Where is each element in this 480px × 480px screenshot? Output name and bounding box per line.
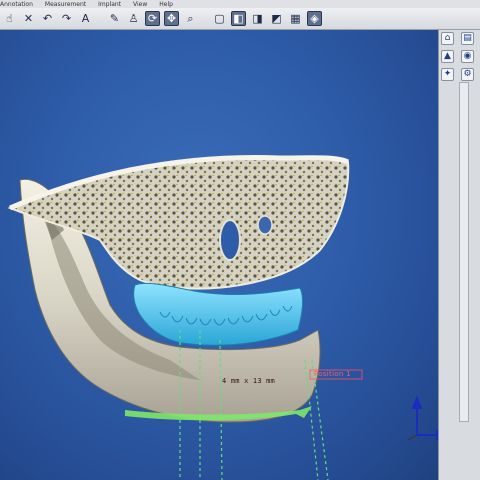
- hand-select-icon[interactable]: ☝: [2, 11, 17, 26]
- lock-icon[interactable]: ⌂: [441, 32, 454, 45]
- view-front-icon[interactable]: ◧: [231, 11, 246, 26]
- tool-icon[interactable]: ✦: [441, 68, 454, 81]
- render-icon[interactable]: ◈: [307, 11, 322, 26]
- text-icon[interactable]: A: [78, 11, 93, 26]
- layers-icon[interactable]: ▤: [461, 32, 474, 45]
- view-side-icon[interactable]: ◨: [250, 11, 265, 26]
- tooth-icon[interactable]: ♙: [126, 11, 141, 26]
- main-toolbar: ☝ ✕ ↶ ↷ A ✎ ♙ ⟳ ✥ ⌕ ▢ ◧ ◨ ◩ ▦ ◈: [0, 8, 480, 30]
- rotate-icon[interactable]: ⟳: [145, 11, 160, 26]
- jaw-model-render: [7, 155, 438, 480]
- toolbar-separator: [202, 11, 208, 26]
- axis-gizmo: [407, 395, 438, 441]
- menu-bar: Annotation Measurement Implant View Help: [0, 0, 480, 8]
- measurement-label: 4 mm x 13 mm: [222, 377, 275, 385]
- toolbar-separator: [97, 11, 103, 26]
- note-icon[interactable]: ✎: [107, 11, 122, 26]
- 3d-viewport[interactable]: 4 mm x 13 mm Position 1: [0, 30, 438, 480]
- menu-annotation[interactable]: Annotation: [0, 1, 33, 8]
- settings-icon[interactable]: ⚙: [461, 68, 474, 81]
- grid-icon[interactable]: ▦: [288, 11, 303, 26]
- vertical-scrollbar[interactable]: [459, 82, 469, 422]
- pan-icon[interactable]: ✥: [164, 11, 179, 26]
- sinus-cavity: [219, 219, 241, 261]
- zoom-icon[interactable]: ⌕: [183, 11, 198, 26]
- view-top-icon[interactable]: ◩: [269, 11, 284, 26]
- menu-view[interactable]: View: [133, 1, 147, 8]
- menu-help[interactable]: Help: [159, 1, 173, 8]
- right-side-panel: ⌂ ▤ ▲ ◉ ✦ ⚙: [438, 30, 480, 480]
- window-icon[interactable]: ▢: [212, 11, 227, 26]
- redo-icon[interactable]: ↷: [59, 11, 74, 26]
- scroll-up-icon[interactable]: ▲: [441, 50, 454, 63]
- camera-icon[interactable]: ◉: [461, 50, 474, 63]
- menu-implant[interactable]: Implant: [98, 1, 121, 8]
- delete-icon[interactable]: ✕: [21, 11, 36, 26]
- menu-measurement[interactable]: Measurement: [45, 1, 86, 8]
- position-label: Position 1: [314, 370, 351, 378]
- undo-icon[interactable]: ↶: [40, 11, 55, 26]
- sinus-cavity: [257, 215, 273, 235]
